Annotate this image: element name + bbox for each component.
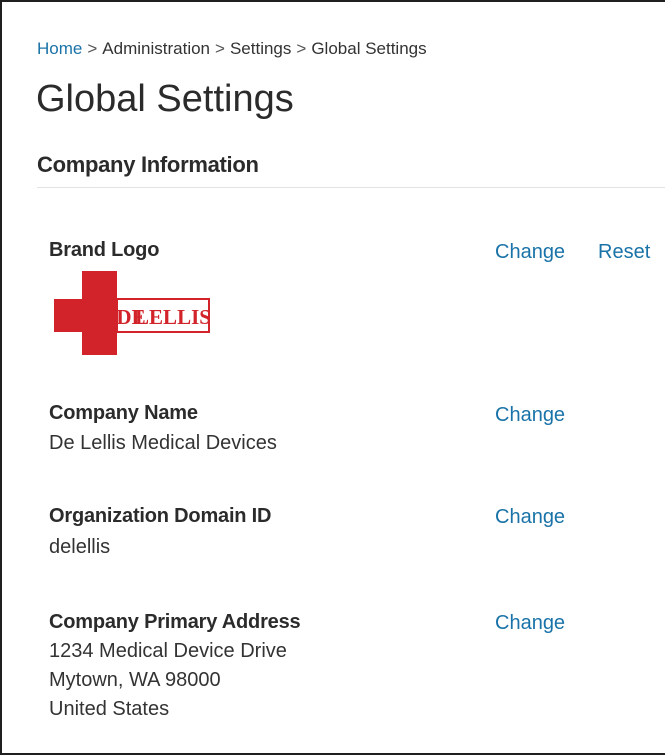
primary-address-change-button[interactable]: Change [495,612,565,635]
breadcrumb: Home > Administration > Settings > Global Sett… [37,39,427,59]
section-divider [37,187,665,188]
field-organization-domain-id: Organization Domain ID delellis [49,505,271,562]
primary-address-line-3: United States [49,698,170,720]
breadcrumb-administration: Administration [102,39,211,58]
breadcrumb-settings: Settings [229,39,292,58]
red-cross-icon: DE LELLIS [54,271,211,355]
org-domain-id-value: delellis [49,536,111,558]
field-company-primary-address: Company Primary Address 1234 Medical Dev… [49,611,301,724]
logo-cross-horizontal [54,299,117,332]
org-domain-id-change-button[interactable]: Change [495,506,565,529]
company-name-value: De Lellis Medical Devices [49,432,277,454]
field-company-name: Company Name De Lellis Medical Devices [49,402,277,458]
field-brand-logo: Brand Logo [49,239,159,262]
page-title: Global Settings [36,78,294,120]
breadcrumb-separator: > [296,39,307,58]
logo-text-right: LELLIS [135,305,210,329]
breadcrumb-home[interactable]: Home [37,39,82,58]
brand-logo-change-button[interactable]: Change [495,241,565,264]
org-domain-id-label: Organization Domain ID [49,505,272,527]
primary-address-label: Company Primary Address [49,611,301,633]
company-name-change-button[interactable]: Change [495,404,565,427]
brand-logo-image: DE LELLIS DE LELLIS [54,271,211,355]
breadcrumb-separator: > [215,39,225,58]
brand-logo-reset-button[interactable]: Reset [598,241,650,264]
brand-logo-label: Brand Logo [49,239,160,261]
breadcrumb-separator: > [87,39,98,58]
breadcrumb-global-settings: Global Settings [311,39,427,58]
primary-address-line-2: Mytown, WA 98000 [49,669,221,691]
section-title-company-information: Company Information [37,152,259,177]
primary-address-line-1: 1234 Medical Device Drive [49,640,287,662]
company-name-label: Company Name [49,402,198,424]
